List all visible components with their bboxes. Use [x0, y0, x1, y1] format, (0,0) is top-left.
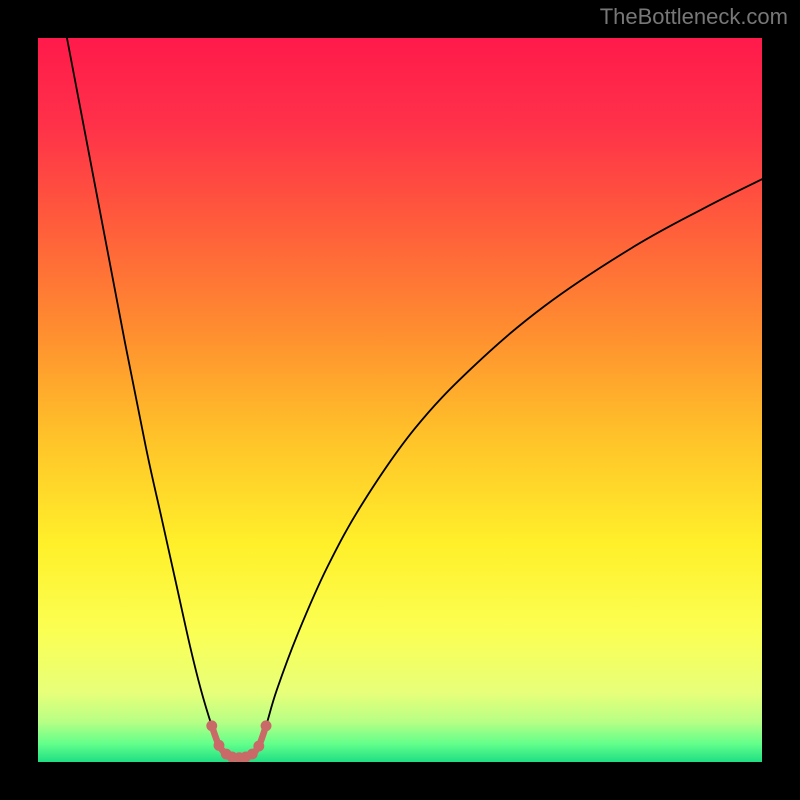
marker-dot [261, 720, 272, 731]
bottleneck-curve-upper [67, 38, 762, 758]
curve-layer [38, 38, 762, 762]
marker-dot [253, 741, 264, 752]
chart-frame: TheBottleneck.com [0, 0, 800, 800]
marker-dot [214, 740, 225, 751]
marker-dot [206, 720, 217, 731]
plot-area [38, 38, 762, 762]
watermark-text: TheBottleneck.com [600, 4, 788, 30]
